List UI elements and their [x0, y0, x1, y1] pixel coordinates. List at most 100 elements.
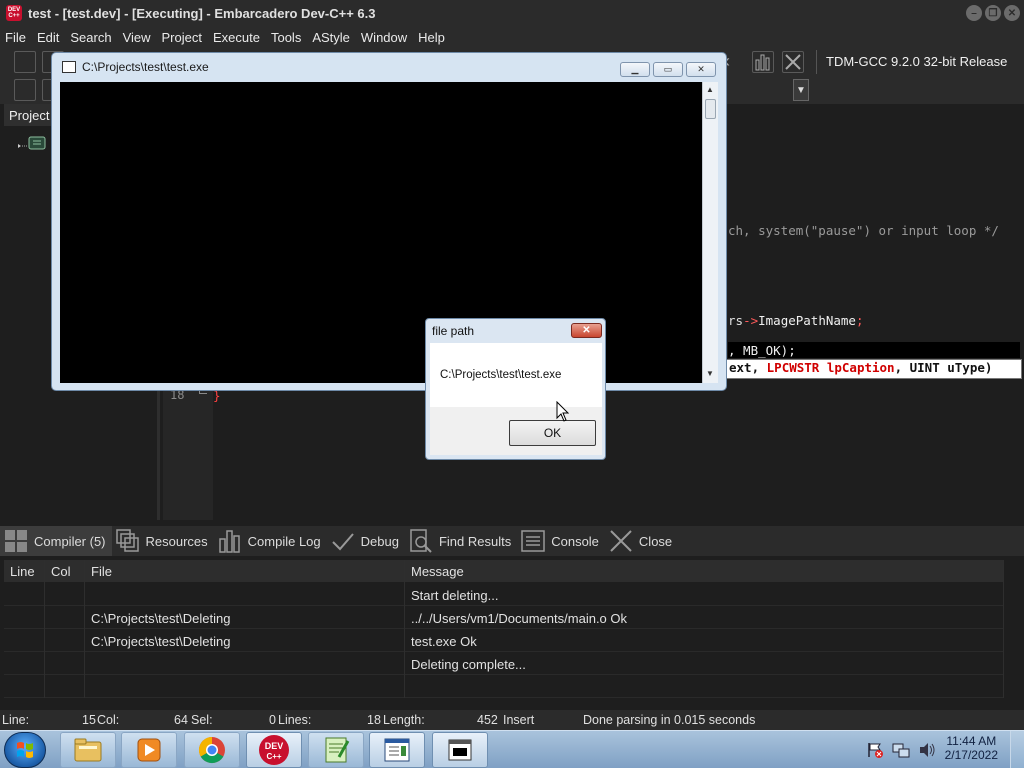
menu-execute[interactable]: Execute	[208, 30, 266, 45]
scroll-down-arrow-icon[interactable]: ▼	[706, 369, 714, 378]
dialog-close-button[interactable]: ✕	[571, 323, 602, 338]
status-lines-label: Lines:	[278, 713, 312, 727]
tab-find-results[interactable]: Find Results	[405, 526, 517, 556]
console-window: C:\Projects\test\test.exe ▁ ▭ ✕ ▲ ▼	[51, 52, 727, 391]
project-tab[interactable]: Project	[4, 104, 52, 126]
status-col-label: Col:	[97, 713, 120, 727]
scroll-up-arrow-icon[interactable]: ▲	[706, 85, 714, 94]
status-lines-value: 18	[367, 713, 381, 727]
menu-astyle[interactable]: AStyle	[307, 30, 356, 45]
status-bar: Line: 15 Col: 64 Sel: 0 Lines: 18 Length…	[0, 710, 1024, 730]
chart-icon[interactable]	[752, 51, 774, 73]
console-scrollbar[interactable]: ▲ ▼	[702, 82, 718, 383]
status-length-value: 452	[477, 713, 498, 727]
status-insert-mode: Insert	[503, 713, 535, 727]
cell-file	[85, 583, 405, 606]
windows-logo-icon	[17, 742, 33, 758]
tab-resources[interactable]: Resources	[112, 526, 214, 556]
taskbar-chrome[interactable]	[184, 732, 240, 768]
tab-label: Compile Log	[247, 533, 321, 549]
resources-icon	[115, 529, 140, 552]
devcpp-app-icon[interactable]: DEV C++	[6, 5, 22, 21]
hint-current-param: LPCWSTR lpCaption	[766, 360, 895, 375]
compiler-select[interactable]: TDM-GCC 9.2.0 32-bit Release	[816, 50, 1024, 74]
menu-project[interactable]: Project	[157, 30, 208, 45]
tab-compiler[interactable]: Compiler (5)	[0, 526, 112, 556]
menu-search[interactable]: Search	[65, 30, 117, 45]
tab-close[interactable]: Close	[605, 526, 678, 556]
table-row[interactable]: C:\Projects\test\Deleting test.exe Ok	[4, 629, 1004, 652]
column-header-message[interactable]: Message	[405, 560, 1004, 583]
console-title: C:\Projects\test\test.exe	[82, 60, 209, 74]
column-header-col[interactable]: Col	[45, 560, 85, 583]
console-close-button[interactable]: ✕	[686, 62, 716, 77]
cell-line	[4, 629, 45, 652]
menu-bar: File Edit Search View Project Execute To…	[0, 26, 1024, 48]
taskbar-notepad-plus[interactable]	[308, 732, 364, 768]
start-button[interactable]	[4, 732, 46, 768]
clock-date: 2/17/2022	[944, 748, 998, 762]
cell-message: Deleting complete...	[405, 652, 1004, 675]
network-icon[interactable]	[892, 741, 910, 762]
code-token: rs	[728, 313, 744, 328]
minimize-button[interactable]: –	[966, 5, 982, 21]
new-file-button[interactable]	[14, 51, 36, 73]
table-row[interactable]: Deleting complete...	[4, 652, 1004, 675]
table-row[interactable]: Start deleting...	[4, 583, 1004, 606]
code-semicolon: ;	[855, 313, 864, 328]
chevron-down-icon[interactable]: ▼	[793, 79, 809, 101]
console-window-icon	[62, 61, 76, 73]
tab-console[interactable]: Console	[517, 526, 605, 556]
file-explorer-icon	[74, 738, 102, 762]
show-desktop-button[interactable]	[1010, 731, 1024, 768]
console-minimize-button[interactable]: ▁	[620, 62, 650, 77]
status-line-label: Line:	[2, 713, 30, 727]
cell-col	[45, 583, 85, 606]
chrome-icon	[198, 736, 225, 764]
bottom-panel-tabs: Compiler (5) Resources Compile Log Debug…	[0, 526, 1024, 556]
taskbar-console-app[interactable]	[432, 732, 488, 768]
dialog-message: C:\Projects\test\test.exe	[440, 369, 562, 381]
bar-chart-icon	[218, 530, 242, 553]
menu-view[interactable]: View	[118, 30, 157, 45]
status-message: Done parsing in 0.015 seconds	[583, 713, 756, 727]
back-arrow-icon[interactable]: ‹	[724, 51, 746, 73]
scroll-thumb[interactable]	[705, 99, 716, 119]
console-maximize-button[interactable]: ▭	[653, 62, 683, 77]
project-tree-node[interactable]	[16, 136, 50, 154]
column-header-file[interactable]: File	[85, 560, 405, 583]
menu-tools[interactable]: Tools	[266, 30, 307, 45]
tab-label: Console	[551, 533, 599, 549]
hint-text: ext,	[729, 360, 767, 375]
close-icon	[609, 530, 633, 552]
table-row[interactable]: C:\Projects\test\Deleting ../../Users/vm…	[4, 606, 1004, 629]
taskbar-media-player[interactable]	[121, 732, 177, 768]
windows-taskbar: DEV C++ 11:44 AM 2/17/2022	[0, 730, 1024, 768]
devcpp-icon: DEVC++	[259, 735, 289, 765]
menu-edit[interactable]: Edit	[32, 30, 65, 45]
status-col-value: 64	[174, 713, 188, 727]
insert-icon[interactable]	[14, 79, 36, 101]
close-x-icon[interactable]	[782, 51, 804, 73]
media-player-icon	[137, 738, 161, 762]
restore-button[interactable]: ❐	[985, 5, 1001, 21]
menu-window[interactable]: Window	[356, 30, 413, 45]
column-header-line[interactable]: Line	[4, 560, 45, 583]
cell-line	[4, 675, 45, 698]
find-icon	[409, 529, 433, 553]
volume-icon[interactable]	[918, 741, 936, 762]
tab-label: Close	[638, 533, 673, 549]
close-button[interactable]: ✕	[1004, 5, 1020, 21]
taskbar-devcpp[interactable]: DEV C++	[246, 732, 302, 768]
tab-compile-log[interactable]: Compile Log	[214, 526, 327, 556]
compiler-results-table: Line Col File Message Start deleting... …	[4, 560, 1022, 706]
action-center-flag-icon[interactable]	[866, 741, 884, 762]
app-titlebar: DEV C++ test - [test.dev] - [Executing] …	[0, 0, 1024, 26]
tab-debug[interactable]: Debug	[327, 526, 405, 556]
menu-help[interactable]: Help	[413, 30, 451, 45]
ok-button[interactable]: OK	[509, 420, 596, 446]
taskbar-file-explorer[interactable]	[60, 732, 116, 768]
menu-file[interactable]: File	[0, 30, 32, 45]
taskbar-clock[interactable]: 11:44 AM 2/17/2022	[945, 734, 998, 762]
taskbar-document-viewer[interactable]	[369, 732, 425, 768]
